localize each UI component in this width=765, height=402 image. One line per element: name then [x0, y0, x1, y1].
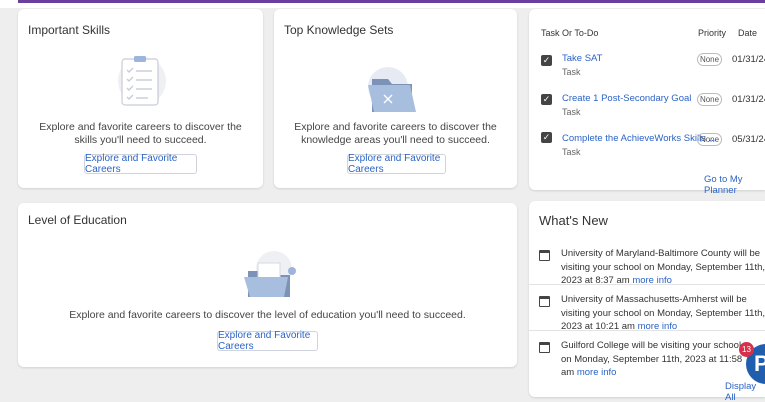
task-date: 05/31/24 — [732, 134, 765, 145]
planner-row[interactable]: ✓ Complete the AchieveWorks Skills ... T… — [529, 131, 765, 171]
task-type: Task — [562, 147, 581, 157]
folder-icon — [364, 65, 426, 120]
card-title: Important Skills — [28, 23, 111, 37]
task-date: 01/31/24 — [732, 54, 765, 65]
planner-row[interactable]: ✓ Create 1 Post-Secondary Goal Task None… — [529, 93, 765, 133]
news-text: University of Maryland-Baltimore County … — [561, 248, 765, 286]
whats-new-card: What's New University of Maryland-Baltim… — [529, 201, 765, 402]
divider — [529, 284, 765, 285]
calendar-icon — [539, 296, 550, 307]
notification-badge: 13 — [739, 342, 754, 357]
calendar-icon — [539, 342, 550, 353]
open-folder-icon — [240, 249, 302, 306]
priority-badge: None — [697, 133, 722, 146]
level-of-education-card: Level of Education Explore and favorite … — [18, 203, 517, 367]
divider — [529, 330, 765, 331]
checkbox-icon[interactable]: ✓ — [541, 94, 552, 105]
whats-new-title: What's New — [539, 213, 608, 228]
skills-description: Explore and favorite careers to discover… — [39, 121, 242, 146]
important-skills-card: Important Skills Explore and favorite ca… — [18, 9, 263, 188]
display-all-link[interactable]: Display All — [725, 381, 765, 402]
explore-careers-button[interactable]: Explore and Favorite Careers — [84, 153, 197, 175]
task-date: 01/31/24 — [732, 94, 765, 105]
card-title: Level of Education — [28, 213, 127, 227]
planner-card: Task Or To-Do Priority Date ✓ Take SAT T… — [529, 9, 765, 196]
more-info-link[interactable]: more info — [577, 367, 617, 378]
explore-careers-button[interactable]: Explore and Favorite Careers — [217, 330, 318, 352]
task-title[interactable]: Create 1 Post-Secondary Goal — [562, 93, 691, 104]
top-bar — [0, 0, 765, 8]
top-accent-bar — [18, 0, 765, 3]
go-to-planner-link[interactable]: Go to My Planner — [704, 174, 765, 196]
clipboard-checklist-icon — [110, 51, 170, 114]
news-text: University of Massachusetts-Amherst will… — [561, 294, 765, 332]
date-column-header: Date — [738, 28, 758, 38]
task-column-header: Task Or To-Do — [541, 28, 599, 38]
knowledge-sets-card: Top Knowledge Sets Explore and favorite … — [274, 9, 517, 188]
checkbox-icon[interactable]: ✓ — [541, 132, 552, 143]
card-title: Top Knowledge Sets — [284, 23, 394, 37]
task-type: Task — [562, 107, 581, 117]
knowledge-description: Explore and favorite careers to discover… — [294, 121, 497, 146]
news-text: Guilford College will be visiting your s… — [561, 340, 743, 378]
task-type: Task — [562, 67, 581, 77]
priority-column-header: Priority — [698, 28, 727, 38]
calendar-icon — [539, 250, 550, 261]
planner-row[interactable]: ✓ Take SAT Task None 01/31/24 — [529, 51, 765, 91]
education-description: Explore and favorite careers to discover… — [69, 309, 466, 321]
task-title[interactable]: Take SAT — [562, 53, 602, 64]
explore-careers-button[interactable]: Explore and Favorite Careers — [347, 153, 446, 175]
priority-badge: None — [697, 93, 722, 106]
priority-badge: None — [697, 53, 722, 66]
checkbox-icon[interactable]: ✓ — [541, 55, 552, 66]
task-title[interactable]: Complete the AchieveWorks Skills ... — [562, 133, 717, 144]
